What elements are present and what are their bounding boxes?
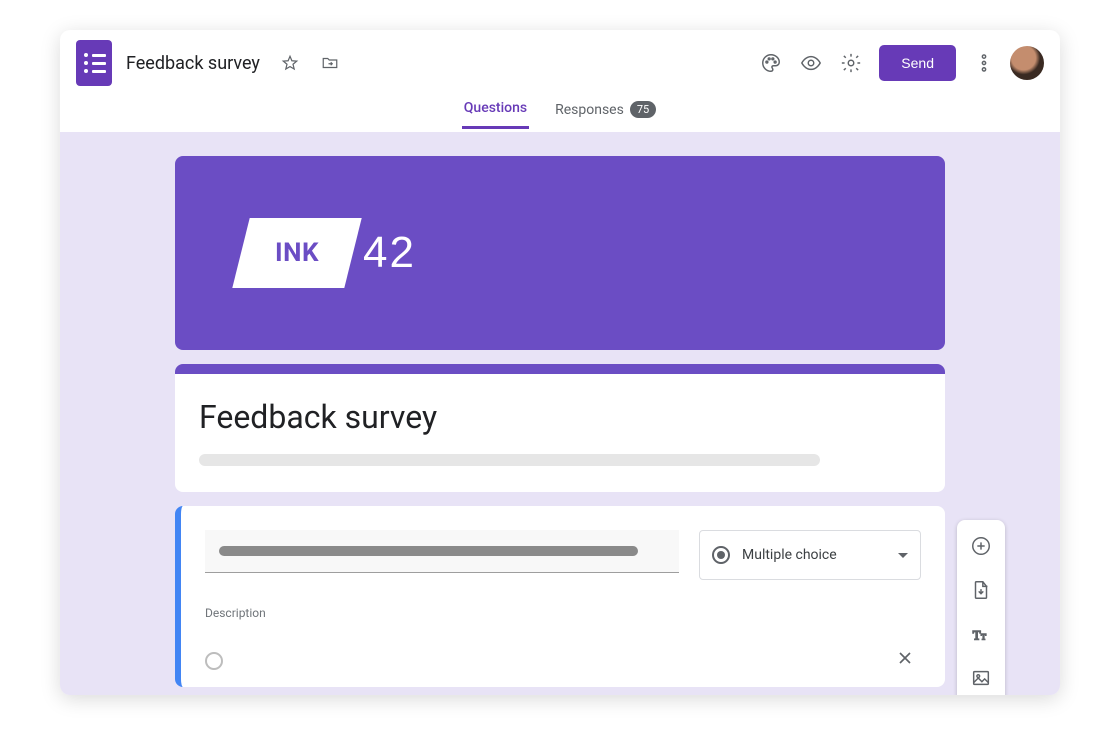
question-type-select[interactable]: Multiple choice [699,530,921,580]
add-image-button[interactable] [963,660,999,695]
account-avatar[interactable] [1010,46,1044,80]
forms-logo-icon[interactable] [76,40,112,86]
svg-text:T: T [973,629,981,643]
add-title-button[interactable]: TT [963,616,999,652]
preview-eye-icon[interactable] [791,43,831,83]
app-window: Feedback survey Send Questions Responses [60,30,1060,695]
banner-logo: INK 42 [241,218,416,288]
settings-gear-icon[interactable] [831,43,871,83]
form-banner[interactable]: INK 42 [175,156,945,350]
floating-toolbar: TT [957,520,1005,695]
header-bar: Feedback survey Send [60,30,1060,88]
svg-text:T: T [981,633,986,642]
option-radio-icon[interactable] [205,652,223,670]
tab-bar: Questions Responses 75 [60,88,1060,132]
tab-responses[interactable]: Responses 75 [553,91,658,128]
question-card[interactable]: Multiple choice Description [175,506,945,687]
banner-logo-box: INK [232,218,361,288]
more-vert-icon[interactable] [964,43,1004,83]
form-title[interactable]: Feedback survey [199,398,921,436]
remove-option-button[interactable] [889,644,921,677]
question-description-label[interactable]: Description [205,606,921,620]
question-type-label: Multiple choice [742,547,886,563]
form-description-placeholder[interactable] [199,454,820,466]
document-title[interactable]: Feedback survey [126,53,260,74]
radio-icon [712,546,730,564]
tab-questions[interactable]: Questions [462,90,529,129]
title-card[interactable]: Feedback survey [175,364,945,492]
banner-logo-text: INK [275,238,319,268]
question-title-input[interactable] [205,530,679,573]
star-icon[interactable] [270,43,310,83]
theme-palette-icon[interactable] [751,43,791,83]
tab-questions-label: Questions [464,100,527,116]
banner-logo-number: 42 [363,228,416,278]
option-row [205,644,921,677]
tab-responses-label: Responses [555,102,624,118]
responses-count-badge: 75 [630,101,656,118]
chevron-down-icon [898,553,908,558]
move-to-folder-icon[interactable] [310,43,350,83]
question-title-placeholder [219,546,638,556]
form-canvas: INK 42 Feedback survey Multip [60,132,1060,695]
send-button[interactable]: Send [879,45,956,81]
import-questions-button[interactable] [963,572,999,608]
add-question-button[interactable] [963,528,999,564]
